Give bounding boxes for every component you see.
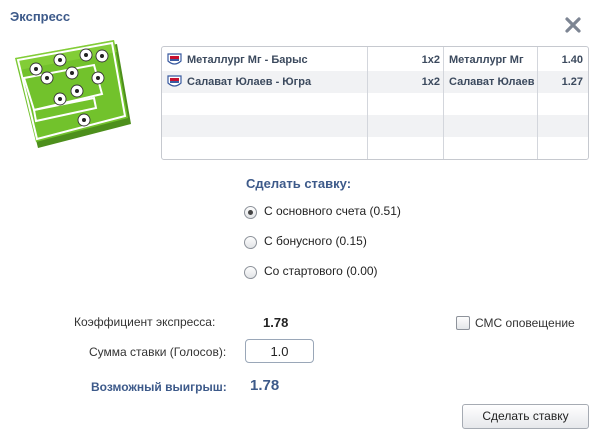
express-coef-label: Коэффициент экспресса: [74,315,216,329]
radio-button[interactable] [244,236,257,249]
radio-label: С основного счета (0.51) [264,204,401,218]
place-bet-button[interactable]: Сделать ставку [462,404,589,429]
khl-logo-icon [167,75,182,87]
bet-source-title: Сделать ставку: [246,176,352,191]
table-row[interactable]: Салават Юлаев - Югра 1х2 Салават Юлаев 1… [162,71,588,93]
express-coef-value: 1.78 [263,315,289,330]
table-row-empty [162,93,588,115]
match-odds: 1.27 [561,76,583,88]
column-divider [537,47,538,159]
radio-label: Со стартового (0.00) [264,264,378,278]
khl-logo-icon [167,53,182,65]
column-divider [367,47,368,159]
column-divider [443,47,444,159]
sms-checkbox[interactable] [456,316,470,330]
match-market: 1х2 [421,54,440,66]
dialog-title: Экспресс [10,9,71,24]
stake-input[interactable] [245,339,314,363]
match-pick: Салават Юлаев [449,76,535,88]
possible-win-label: Возможный выигрыш: [91,380,227,394]
match-odds: 1.40 [561,54,583,66]
possible-win-value: 1.78 [250,377,280,394]
radio-label: С бонусного (0.15) [264,234,367,248]
table-row-empty [162,115,588,137]
table-row[interactable]: Металлург Мг - Барыс 1х2 Металлург Мг 1.… [162,49,588,71]
table-row-empty [162,137,588,159]
match-teams: Салават Юлаев - Югра [187,76,312,88]
close-icon[interactable] [563,15,583,35]
express-matches-table: Металлург Мг - Барыс 1х2 Металлург Мг 1.… [161,46,589,160]
stake-label: Сумма ставки (Голосов): [89,345,227,359]
sms-label: СМС оповещение [475,316,575,330]
radio-button[interactable] [244,206,257,219]
radio-button[interactable] [244,266,257,279]
soccer-field-icon [15,40,131,148]
match-market: 1х2 [421,76,440,88]
match-teams: Металлург Мг - Барыс [187,54,308,66]
match-pick: Металлург Мг [449,54,524,66]
